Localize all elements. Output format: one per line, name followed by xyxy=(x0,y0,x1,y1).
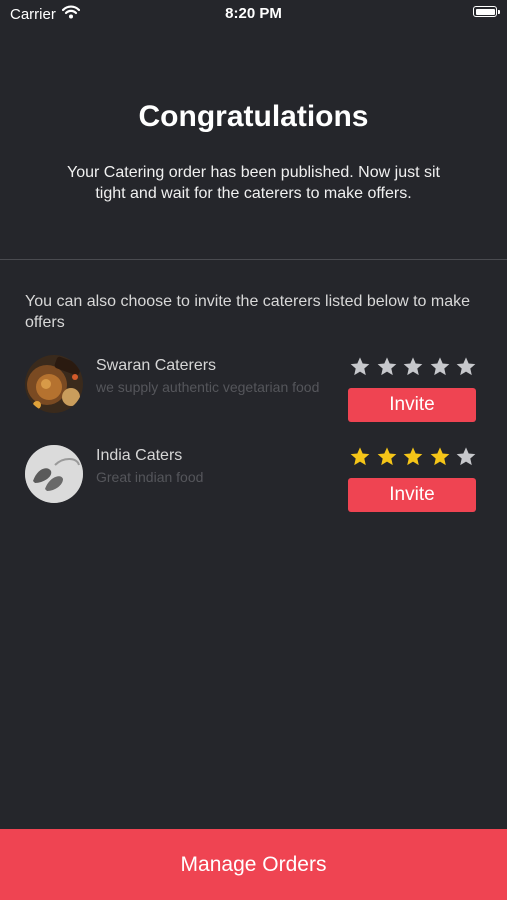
battery-icon xyxy=(473,6,500,17)
status-time: 8:20 PM xyxy=(225,5,282,22)
star-empty-icon xyxy=(456,447,476,466)
star-filled-icon xyxy=(350,447,370,466)
star-filled-icon xyxy=(377,447,396,466)
caterer-name: India Caters xyxy=(96,447,183,464)
food-plate-avatar xyxy=(25,355,83,413)
star-empty-icon xyxy=(350,357,370,376)
screen: Carrier 8:20 PM Congratulations Your Cat… xyxy=(0,0,507,900)
status-bar: Carrier 8:20 PM xyxy=(0,0,507,30)
star-filled-icon xyxy=(430,447,449,466)
rating-stars xyxy=(349,356,477,378)
star-empty-icon xyxy=(456,357,476,376)
caterer-name: Swaran Caterers xyxy=(96,357,217,374)
page-title: Congratulations xyxy=(138,100,369,133)
status-right xyxy=(473,6,500,17)
invite-prompt: You can also choose to invite the catere… xyxy=(25,293,470,331)
star-empty-icon xyxy=(430,357,449,376)
page-subtitle: Your Catering order has been published. … xyxy=(67,164,440,202)
caterer-row: India Caters Great indian food Invite xyxy=(0,445,507,515)
invite-button[interactable]: Invite xyxy=(348,388,476,422)
caterer-description: Great indian food xyxy=(96,469,204,485)
caterer-description: we supply authentic vegetarian food xyxy=(96,379,320,395)
star-empty-icon xyxy=(403,357,423,376)
section-divider xyxy=(0,259,507,260)
caterer-row: Swaran Caterers we supply authentic vege… xyxy=(0,355,507,425)
star-empty-icon xyxy=(377,357,396,376)
invite-button[interactable]: Invite xyxy=(348,478,476,512)
manage-orders-button[interactable]: Manage Orders xyxy=(0,829,507,900)
logo-avatar xyxy=(25,445,83,503)
rating-stars xyxy=(349,446,477,468)
star-filled-icon xyxy=(403,447,423,466)
